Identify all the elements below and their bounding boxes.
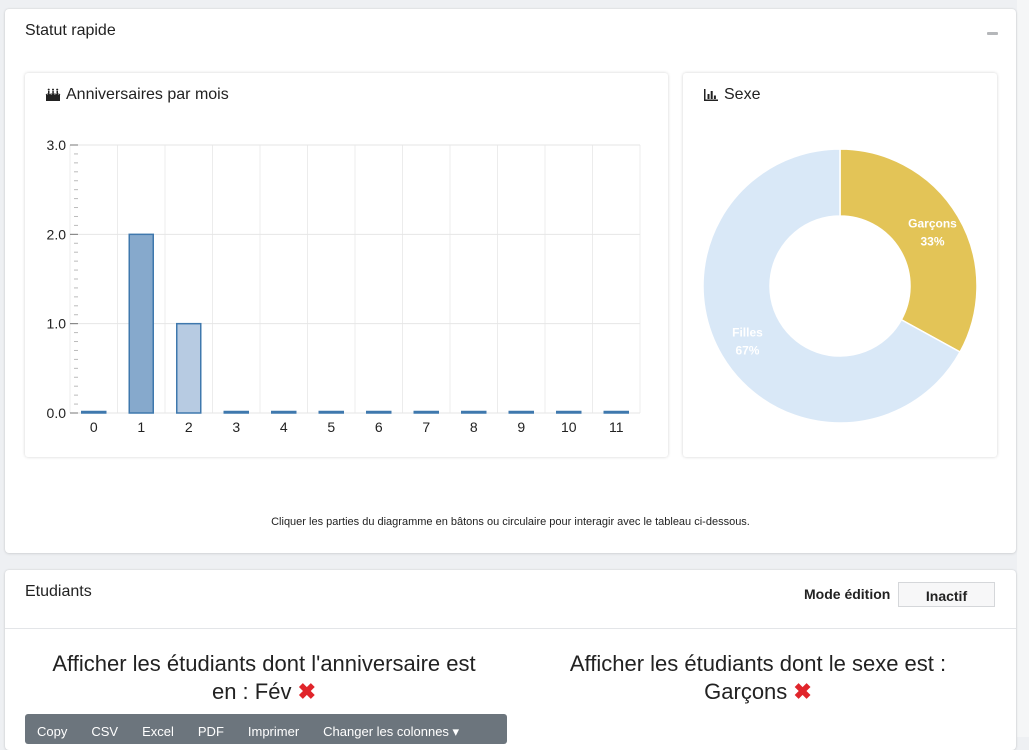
y-tick-label: 1.0 [47,316,67,332]
slice-percent: 33% [921,234,945,248]
edit-mode-label: Mode édition [804,586,891,602]
excel-button[interactable]: Excel [130,714,186,744]
chart-hint-text: Cliquer les parties du diagramme en bâto… [271,516,750,528]
gender-filter-heading: Afficher les étudiants dont le sexe est … [522,650,994,706]
x-tick-label: 0 [90,419,98,435]
slice-percent: 67% [735,344,759,358]
print-button[interactable]: Imprimer [236,714,311,744]
bar-1[interactable] [128,233,154,414]
bar-9[interactable] [508,410,534,414]
x-tick-label: 11 [609,419,624,435]
y-tick-label: 0.0 [47,405,67,421]
bar-0[interactable] [81,410,107,414]
x-tick-label: 10 [561,419,577,435]
students-card-divider [5,628,1016,629]
bar-11[interactable] [603,410,629,414]
slice-label: Garçons [908,216,957,230]
bar-10[interactable] [556,410,582,414]
bar-4[interactable] [271,410,297,414]
x-tick-label: 7 [422,419,430,435]
csv-button[interactable]: CSV [79,714,130,744]
y-tick-label: 2.0 [47,226,67,242]
bar-5[interactable] [318,410,344,414]
gender-donut-chart[interactable]: Garçons 33% Filles 67% [683,73,997,457]
gender-filter-line1: Afficher les étudiants dont le sexe est … [569,651,947,676]
gender-filter-line2-row: Garçons ✖ [522,678,994,706]
table-export-toolbar: Copy CSV Excel PDF Imprimer Changer les … [25,714,507,744]
pdf-button[interactable]: PDF [186,714,236,744]
column-visibility-button[interactable]: Changer les colonnes ▾ [311,714,471,744]
x-tick-label: 1 [137,419,145,435]
x-tick-label: 3 [232,419,240,435]
birthday-filter-heading: Afficher les étudiants dont l'anniversai… [25,650,503,706]
bar-6[interactable] [366,410,392,414]
birthday-filter-line2: en : Fév [211,679,292,704]
x-tick-label: 8 [470,419,478,435]
gender-filter-line2: Garçons [704,679,788,704]
x-tick-label: 5 [327,419,335,435]
edit-mode-toggle[interactable]: Inactif [898,582,995,607]
bar-chart-grid [69,144,641,414]
x-tick-label: 2 [185,419,193,435]
bar-2[interactable] [176,322,202,414]
birthday-filter-line2-row: en : Fév ✖ [25,678,503,706]
bar-7[interactable] [413,410,439,414]
remove-gender-filter-icon[interactable]: ✖ [793,679,811,704]
bar-8[interactable] [461,410,487,414]
birthday-filter-line1: Afficher les étudiants dont l'anniversai… [52,651,476,676]
bar-3[interactable] [223,410,249,414]
slice-label: Filles [732,326,763,340]
y-tick-label: 3.0 [47,137,67,153]
remove-birthday-filter-icon[interactable]: ✖ [298,679,316,704]
x-tick-label: 9 [517,419,525,435]
copy-button[interactable]: Copy [25,714,79,744]
x-tick-label: 6 [375,419,383,435]
students-card-title: Etudiants [25,583,92,600]
slice-garcons[interactable] [839,148,978,354]
x-tick-label: 4 [280,419,288,435]
